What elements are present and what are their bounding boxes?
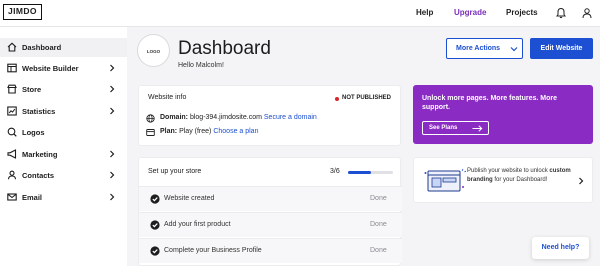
sidebar-item-label: Statistics: [22, 107, 56, 116]
chevron-right-icon: [110, 150, 115, 158]
publish-card[interactable]: Publish your website to unlock custom br…: [413, 157, 593, 203]
more-actions-button[interactable]: More Actions: [446, 38, 523, 59]
chevron-right-icon: [110, 193, 115, 201]
plan-row: Plan: Play (free) Choose a plan: [160, 128, 258, 135]
domain-label: Domain:: [160, 114, 188, 121]
domain-row: Domain: blog-394.jimdosite.com Secure a …: [160, 114, 317, 121]
more-actions-label: More Actions: [456, 45, 501, 52]
plan-label: Plan:: [160, 128, 178, 135]
chevron-right-icon: [110, 64, 115, 72]
sidebar-item-dashboard[interactable]: Dashboard: [0, 38, 127, 57]
promo-text: Unlock more pages. More features. More s…: [422, 95, 557, 111]
chevron-down-icon: [510, 47, 518, 52]
secure-domain-link[interactable]: Secure a domain: [264, 114, 317, 121]
store-progress-count: 3/6: [330, 168, 340, 175]
plan-icon: [146, 129, 155, 136]
task-label: Complete your Business Profile: [164, 247, 262, 254]
choose-plan-link[interactable]: Choose a plan: [213, 128, 258, 135]
bell-icon[interactable]: [555, 7, 567, 19]
plan-value: Play (free): [179, 128, 212, 135]
store-icon: [7, 84, 17, 94]
website-info-card: Website info NOT PUBLISHED Domain: blog-…: [138, 85, 401, 146]
site-logo-placeholder[interactable]: LOGO: [137, 34, 170, 67]
store-setup-card: Set up your store 3/6 Website created Do…: [138, 157, 402, 266]
sidebar-item-label: Email: [22, 193, 43, 202]
sidebar-item-label: Contacts: [22, 171, 55, 180]
task-row[interactable]: Add your first product Done: [139, 212, 402, 237]
browser-illustration-icon: [424, 168, 466, 192]
edit-website-button[interactable]: Edit Website: [530, 38, 593, 59]
store-setup-title: Set up your store: [148, 168, 202, 175]
publish-text-suffix: for your Dashboard!: [492, 176, 548, 183]
nav-help[interactable]: Help: [416, 8, 433, 17]
contacts-icon: [7, 170, 17, 180]
check-circle-icon: [150, 246, 160, 256]
status-dot: [335, 97, 339, 101]
publish-text: Publish your website to unlock custom br…: [467, 167, 579, 184]
chevron-right-icon: [110, 85, 115, 93]
upgrade-promo-card: Unlock more pages. More features. More s…: [413, 85, 593, 144]
see-plans-button[interactable]: See Plans: [422, 121, 489, 135]
task-label: Add your first product: [164, 221, 231, 228]
sidebar: Dashboard Website Builder Store Statisti…: [0, 27, 127, 266]
chevron-right-icon: [110, 171, 115, 179]
website-builder-icon: [7, 63, 17, 73]
task-status: Done: [370, 195, 387, 202]
check-circle-icon: [150, 220, 160, 230]
top-bar: JIMDO Help Upgrade Projects: [0, 0, 600, 27]
status-badge: NOT PUBLISHED: [342, 95, 392, 101]
need-help-button[interactable]: Need help?: [532, 237, 589, 259]
task-status: Done: [370, 247, 387, 254]
sidebar-item-label: Dashboard: [22, 43, 62, 52]
greeting: Hello Malcolm!: [178, 62, 224, 69]
task-row[interactable]: Website created Done: [139, 186, 402, 211]
sidebar-item-label: Store: [22, 85, 42, 94]
website-info-title: Website info: [148, 94, 187, 101]
arrow-right-icon: [472, 125, 483, 132]
task-status: Done: [370, 221, 387, 228]
task-row[interactable]: Complete your Business Profile Done: [139, 238, 402, 263]
sidebar-item-email[interactable]: Email: [0, 188, 127, 207]
home-icon: [7, 42, 17, 52]
megaphone-icon: [7, 149, 17, 159]
sidebar-item-label: Website Builder: [22, 64, 79, 73]
sidebar-item-website-builder[interactable]: Website Builder: [0, 59, 127, 78]
logos-icon: [7, 127, 17, 137]
sidebar-item-statistics[interactable]: Statistics: [0, 102, 127, 121]
task-label: Website created: [164, 195, 215, 202]
nav-projects[interactable]: Projects: [506, 8, 538, 17]
store-progress-bar: [348, 171, 393, 174]
user-icon[interactable]: [581, 7, 593, 19]
domain-value: blog-394.jimdosite.com: [189, 114, 262, 121]
see-plans-label: See Plans: [429, 125, 458, 131]
page-title: Dashboard: [178, 38, 271, 59]
statistics-icon: [7, 106, 17, 116]
chevron-right-icon: [110, 107, 115, 115]
sidebar-item-contacts[interactable]: Contacts: [0, 166, 127, 185]
sidebar-item-marketing[interactable]: Marketing: [0, 145, 127, 164]
sidebar-item-store[interactable]: Store: [0, 80, 127, 99]
globe-icon: [146, 114, 155, 123]
sidebar-item-label: Logos: [22, 128, 45, 137]
email-icon: [7, 193, 17, 201]
store-progress-fill: [348, 171, 371, 174]
sidebar-item-logos[interactable]: Logos: [0, 123, 127, 142]
jimdo-logo[interactable]: JIMDO: [3, 4, 42, 20]
publish-text-prefix: Publish your website to unlock: [467, 168, 550, 174]
check-circle-icon: [150, 194, 160, 204]
nav-upgrade[interactable]: Upgrade: [454, 8, 486, 17]
chevron-right-icon: [579, 177, 584, 185]
sidebar-item-label: Marketing: [22, 150, 58, 159]
